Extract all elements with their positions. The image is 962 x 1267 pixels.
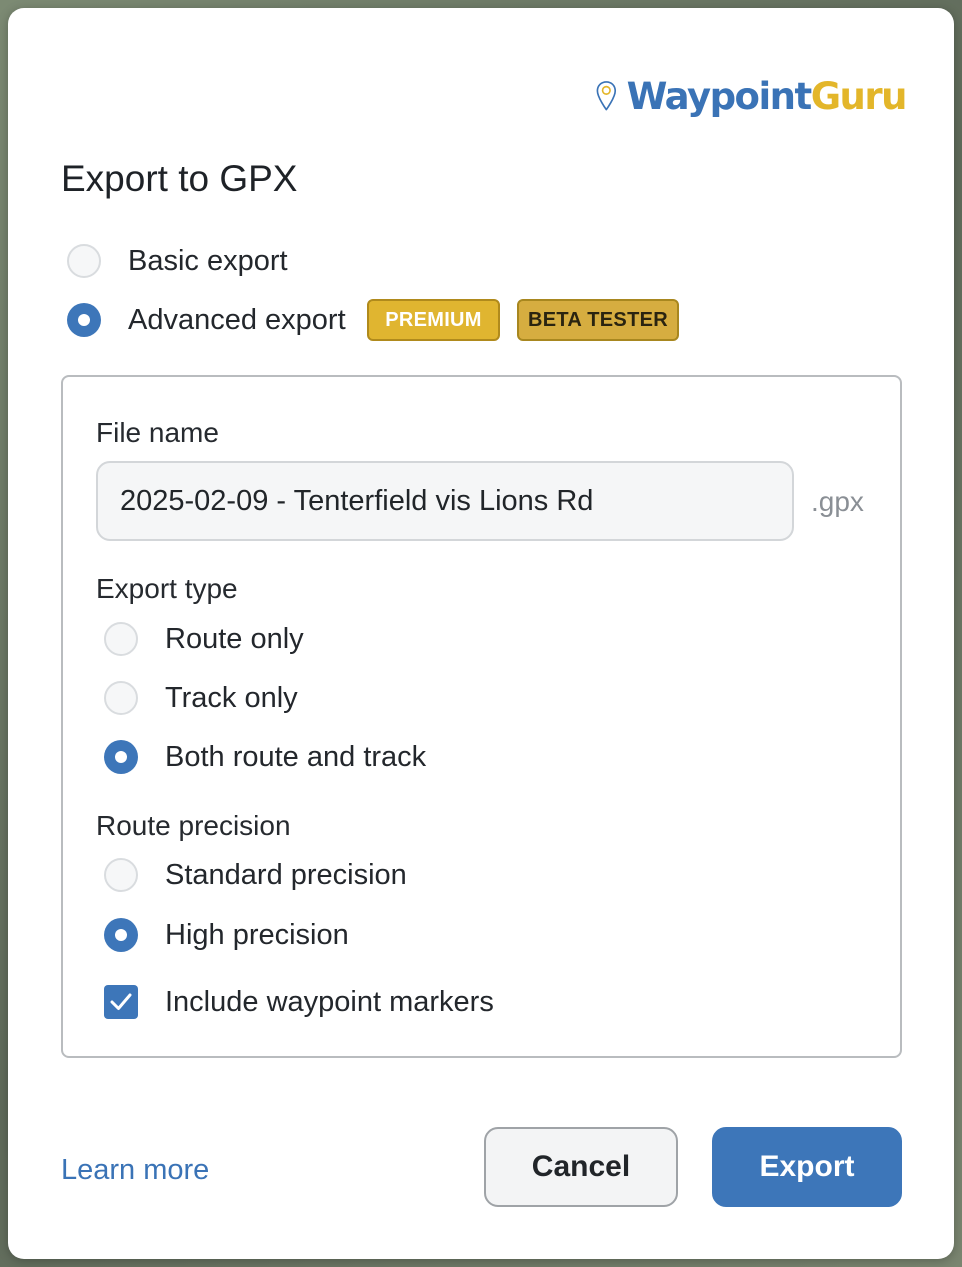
file-name-label: File name xyxy=(96,417,219,448)
radio-label: Standard precision xyxy=(165,858,407,891)
radio-button[interactable] xyxy=(104,622,138,656)
radio-button[interactable] xyxy=(104,681,138,715)
beta-tester-badge: BETA TESTER xyxy=(517,299,679,341)
radio-standard-precision[interactable]: Standard precision xyxy=(104,858,407,892)
export-type-label: Export type xyxy=(96,573,238,604)
learn-more-link[interactable]: Learn more xyxy=(61,1154,209,1187)
radio-label: Route only xyxy=(165,622,304,655)
radio-label: Both route and track xyxy=(165,740,427,773)
radio-track-only[interactable]: Track only xyxy=(104,681,298,715)
checkmark-icon xyxy=(110,993,132,1010)
radio-button-checked[interactable] xyxy=(67,303,101,337)
dialog-title: Export to GPX xyxy=(61,158,298,199)
checkbox-include-waypoint-markers[interactable]: Include waypoint markers xyxy=(104,985,494,1019)
cancel-button[interactable]: Cancel xyxy=(484,1127,678,1207)
export-button[interactable]: Export xyxy=(712,1127,902,1207)
checkbox-checked[interactable] xyxy=(104,985,138,1019)
radio-both-route-and-track[interactable]: Both route and track xyxy=(104,740,426,774)
route-precision-label: Route precision xyxy=(96,810,291,841)
radio-button-checked[interactable] xyxy=(104,740,138,774)
radio-route-only[interactable]: Route only xyxy=(104,622,304,656)
file-name-input[interactable] xyxy=(96,461,794,541)
waypointguru-logo: WaypointGuru xyxy=(596,60,908,132)
logo-text-guru: Guru xyxy=(810,74,908,118)
radio-button[interactable] xyxy=(67,244,101,278)
radio-label: Track only xyxy=(165,681,298,714)
checkbox-label: Include waypoint markers xyxy=(165,985,494,1018)
radio-basic-export[interactable]: Basic export xyxy=(67,244,288,278)
export-dialog: WaypointGuru Export to GPX Basic export … xyxy=(8,8,954,1259)
radio-high-precision[interactable]: High precision xyxy=(104,918,349,952)
map-pin-icon xyxy=(596,81,617,111)
radio-button[interactable] xyxy=(104,858,138,892)
radio-button-checked[interactable] xyxy=(104,918,138,952)
radio-advanced-export[interactable]: Advanced export xyxy=(67,303,346,337)
logo-wordmark: WaypointGuru xyxy=(626,74,908,118)
radio-label: Advanced export xyxy=(128,303,346,336)
radio-label: High precision xyxy=(165,918,349,951)
radio-label: Basic export xyxy=(128,244,288,277)
premium-badge: PREMIUM xyxy=(367,299,500,341)
logo-text-waypoint: Waypoint xyxy=(626,74,813,118)
file-extension-label: .gpx xyxy=(811,486,864,517)
